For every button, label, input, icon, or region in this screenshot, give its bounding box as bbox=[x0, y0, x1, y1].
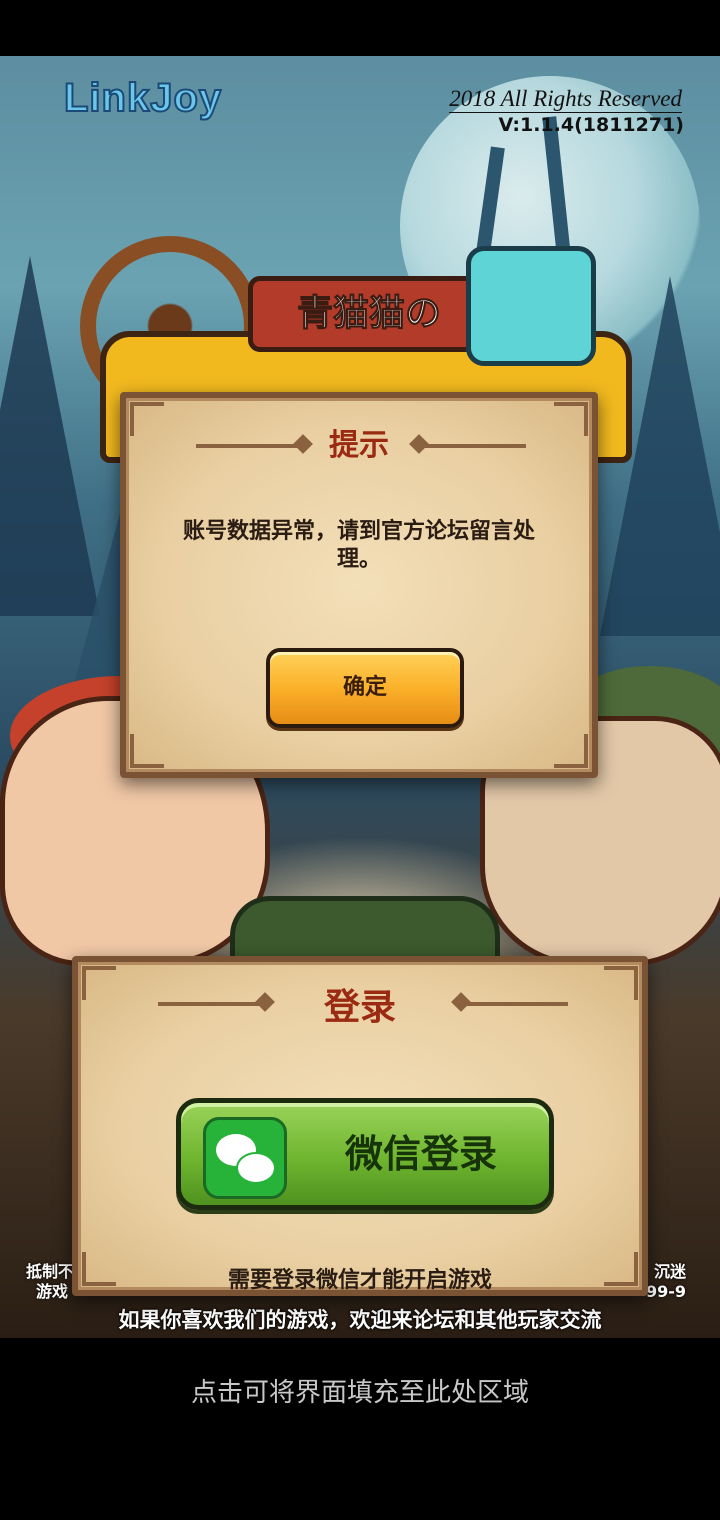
cat-mascot-icon bbox=[466, 246, 596, 366]
fill-screen-hint[interactable]: 点击可将界面填充至此处区域 bbox=[0, 1372, 720, 1409]
login-panel: 登录 微信登录 需要登录微信才能开启游戏 bbox=[72, 956, 648, 1296]
health-notice-right: 沉迷 99-9 bbox=[646, 1262, 687, 1302]
copyright-text: 2018 All Rights Reserved bbox=[449, 86, 682, 113]
wechat-login-label: 微信登录 bbox=[344, 1132, 497, 1176]
wechat-login-button[interactable]: 微信登录 bbox=[176, 1098, 554, 1210]
forum-invite-text: 如果你喜欢我们的游戏，欢迎来论坛和其他玩家交流 bbox=[118, 1308, 602, 1332]
confirm-button[interactable]: 确定 bbox=[266, 648, 464, 728]
game-subtitle-sign: 青猫猫の bbox=[248, 276, 490, 352]
login-note: 需要登录微信才能开启游戏 bbox=[227, 1268, 492, 1293]
health-notice-left: 抵制不 游戏 bbox=[26, 1262, 74, 1302]
corner-ornament bbox=[554, 734, 588, 768]
login-title: 登录 bbox=[323, 987, 396, 1028]
chat-bubble-shape bbox=[236, 1152, 276, 1184]
wechat-icon bbox=[203, 1117, 287, 1199]
alert-dialog: 提示 账号数据异常，请到官方论坛留言处理。 确定 bbox=[120, 392, 598, 778]
dialog-message: 账号数据异常，请到官方论坛留言处理。 bbox=[182, 519, 535, 572]
notice-line: 沉迷 bbox=[654, 1262, 687, 1281]
status-bar bbox=[0, 0, 720, 56]
notice-line: 抵制不 bbox=[26, 1262, 75, 1281]
notice-line: 游戏 bbox=[36, 1282, 69, 1301]
version-text: V:1.1.4(1811271) bbox=[498, 114, 684, 136]
dialog-title: 提示 bbox=[329, 428, 389, 463]
corner-ornament bbox=[130, 734, 164, 768]
notice-line: 99-9 bbox=[645, 1282, 687, 1301]
publisher-logo: LinkJoy bbox=[63, 75, 223, 121]
